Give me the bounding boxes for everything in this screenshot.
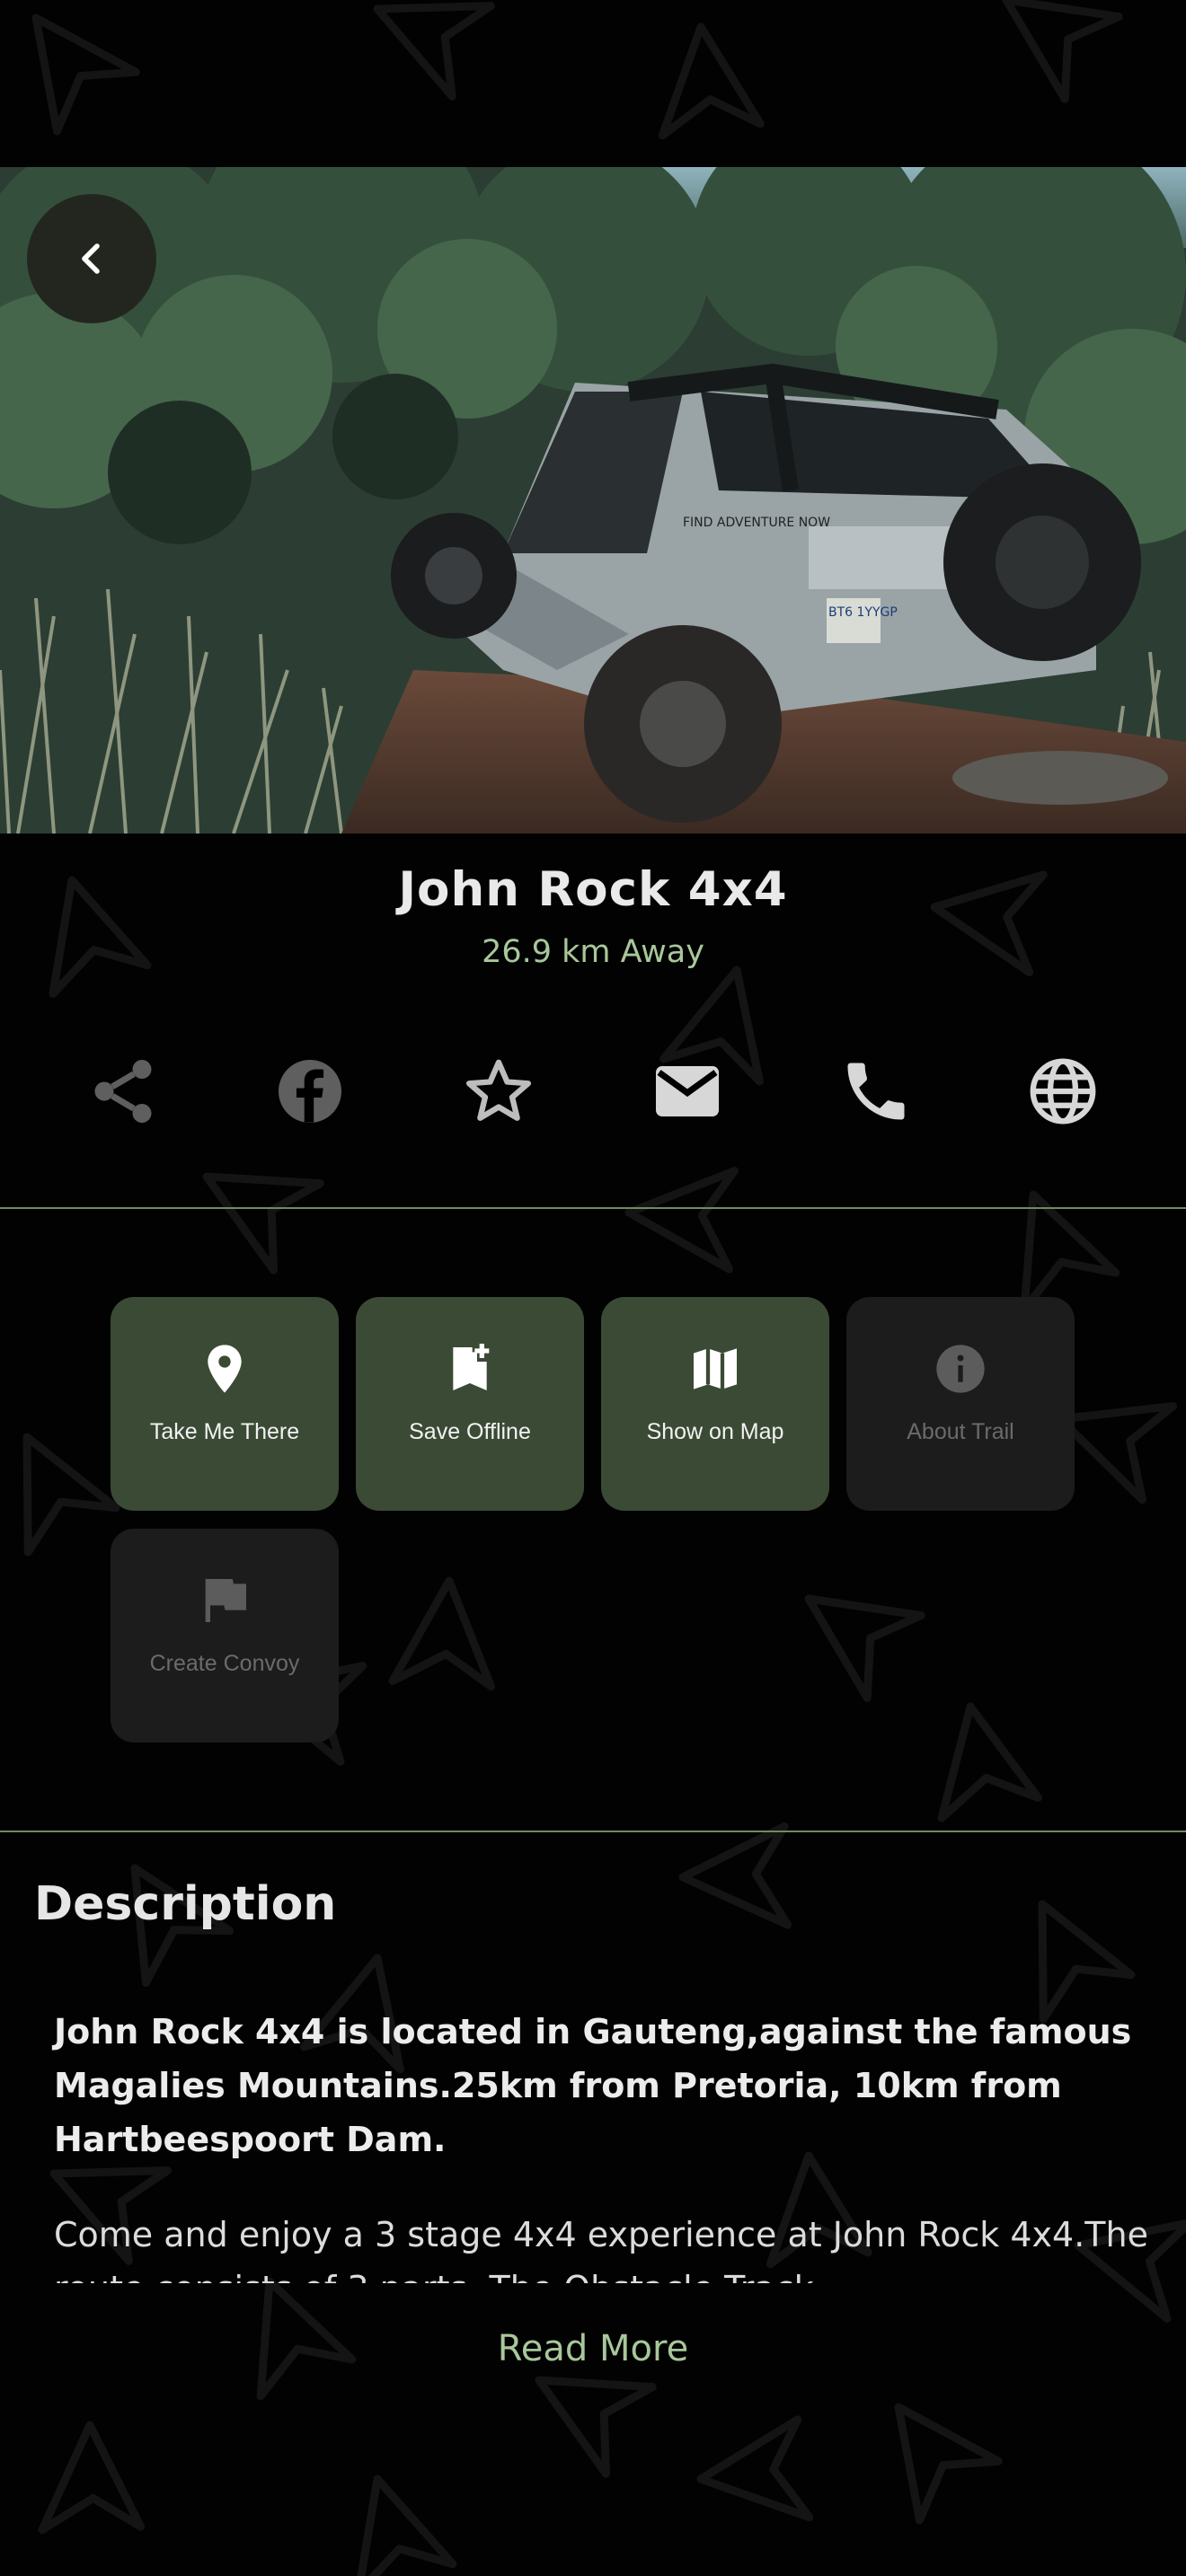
location-pin-icon xyxy=(196,1340,253,1398)
globe-icon xyxy=(1030,1058,1096,1125)
trail-distance: 26.9 km Away xyxy=(482,934,704,970)
email-button[interactable] xyxy=(647,1051,728,1132)
star-icon xyxy=(465,1059,532,1121)
about-trail-button[interactable]: About Trail xyxy=(846,1297,1075,1511)
show-on-map-button[interactable]: Show on Map xyxy=(601,1297,829,1511)
hero-plate-text: BT6 1YYGP xyxy=(828,605,898,620)
mail-icon xyxy=(656,1066,719,1116)
trail-title: John Rock 4x4 xyxy=(398,862,788,917)
map-icon xyxy=(686,1340,744,1398)
facebook-icon xyxy=(279,1060,341,1123)
flag-icon xyxy=(196,1572,253,1629)
description-body: Come and enjoy a 3 stage 4x4 experience … xyxy=(54,2215,1148,2283)
back-button[interactable] xyxy=(27,194,156,323)
chevron-left-icon xyxy=(82,243,100,274)
hero-spare-cover-text: FIND ADVENTURE NOW xyxy=(683,516,830,530)
create-convoy-button[interactable]: Create Convoy xyxy=(111,1529,339,1742)
facebook-button[interactable] xyxy=(270,1051,350,1132)
take-me-there-button[interactable]: Take Me There xyxy=(111,1297,339,1511)
trail-hero-image: FIND ADVENTURE NOW BT6 1YYGP xyxy=(0,167,1186,834)
phone-icon xyxy=(847,1063,905,1120)
contact-icon-row xyxy=(0,1051,1186,1141)
description-intro: John Rock 4x4 is located in Gauteng,agai… xyxy=(54,2012,1132,2159)
save-offline-button[interactable]: Save Offline xyxy=(356,1297,584,1511)
save-offline-label: Save Offline xyxy=(409,1419,531,1444)
create-convoy-label: Create Convoy xyxy=(149,1651,300,1676)
info-icon xyxy=(932,1340,989,1398)
share-button[interactable] xyxy=(83,1051,164,1132)
phone-button[interactable] xyxy=(836,1051,916,1132)
description-body-container: Come and enjoy a 3 stage 4x4 experience … xyxy=(54,2208,1150,2283)
bookmark-add-icon xyxy=(441,1340,499,1398)
description-heading: Description xyxy=(34,1877,337,1931)
favorite-button[interactable] xyxy=(458,1051,539,1132)
show-on-map-label: Show on Map xyxy=(646,1419,784,1444)
trail-detail-screen: FIND ADVENTURE NOW BT6 1YYGP John Rock 4… xyxy=(0,0,1186,2576)
about-trail-label: About Trail xyxy=(907,1419,1014,1444)
divider-bottom xyxy=(0,1831,1186,1832)
divider-top xyxy=(0,1207,1186,1209)
website-button[interactable] xyxy=(1022,1051,1103,1132)
read-more-link[interactable]: Read More xyxy=(0,2328,1186,2369)
share-icon xyxy=(94,1060,152,1123)
take-me-there-label: Take Me There xyxy=(149,1419,300,1444)
